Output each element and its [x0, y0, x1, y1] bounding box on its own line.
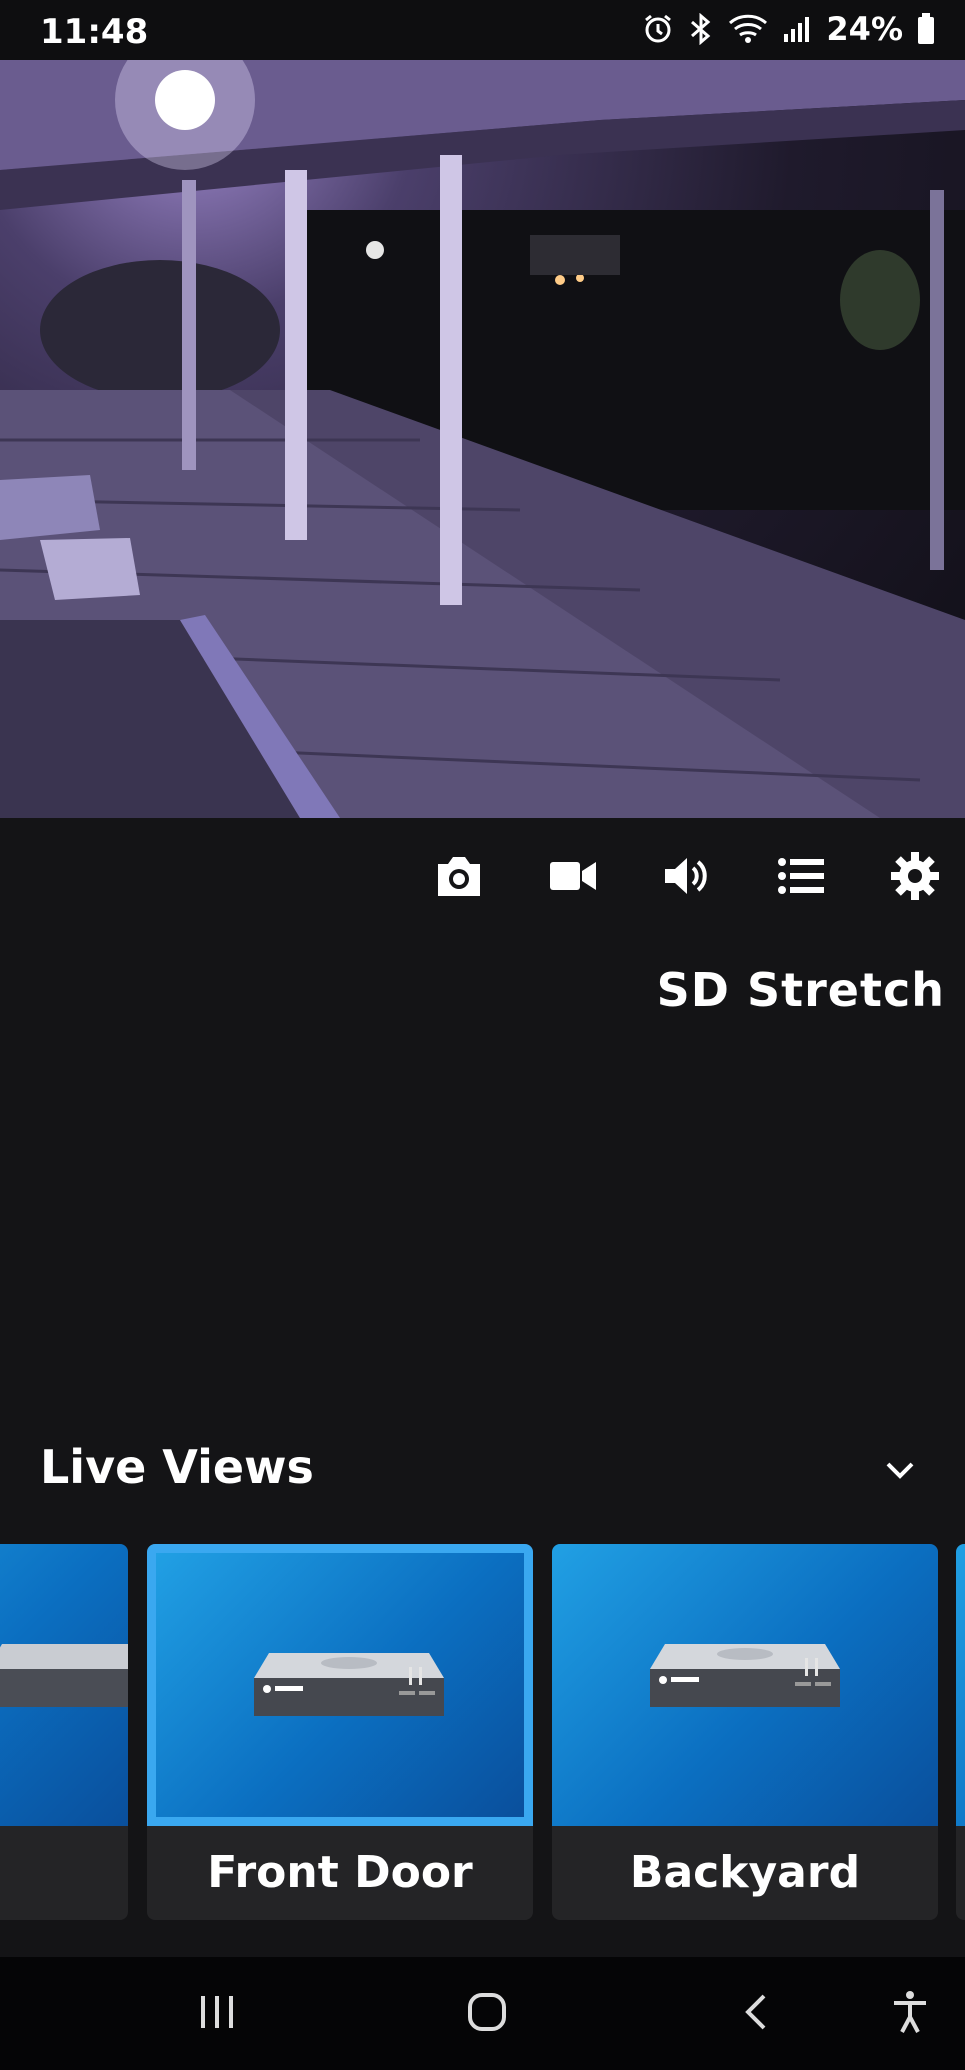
- recent-apps-icon: [197, 1994, 237, 2034]
- snapshot-button[interactable]: [433, 852, 485, 904]
- dvr-device-image: [0, 1644, 128, 1707]
- camera-image: [0, 60, 965, 818]
- settings-button[interactable]: [889, 852, 941, 904]
- accessibility-icon: [892, 1990, 928, 2038]
- volume-button[interactable]: [661, 852, 713, 904]
- live-view-card-front-door[interactable]: Front Door: [147, 1544, 533, 1920]
- dvr-device-image: [254, 1653, 444, 1716]
- live-view-label: Front Door: [207, 1847, 473, 1898]
- live-view-thumbnail: [552, 1544, 938, 1826]
- recent-apps-button[interactable]: [187, 1989, 247, 2039]
- live-view-label: [0, 1826, 128, 1920]
- live-view-card[interactable]: [0, 1544, 128, 1920]
- live-view-card-backyard[interactable]: Backyard: [552, 1544, 938, 1920]
- back-icon: [742, 1992, 772, 2036]
- list-button[interactable]: [775, 852, 827, 904]
- wifi-icon: [728, 13, 768, 45]
- live-view-label: Backyard: [629, 1847, 861, 1898]
- video-record-icon: [550, 859, 596, 897]
- live-views-title: Live Views: [40, 1440, 314, 1494]
- camera-toolbar: [433, 852, 941, 904]
- list-icon: [778, 856, 824, 900]
- alarm-icon: [642, 13, 674, 45]
- status-icons: 24%: [642, 10, 935, 48]
- live-view-thumbnail: [0, 1544, 128, 1826]
- live-views-carousel[interactable]: Front Door Backyard: [0, 1544, 965, 1920]
- view-mode-toggle[interactable]: SD Stretch: [657, 963, 945, 1017]
- back-button[interactable]: [727, 1989, 787, 2039]
- record-button[interactable]: [547, 852, 599, 904]
- status-bar: 11:48 24%: [0, 0, 965, 60]
- battery-percent: 24%: [826, 10, 903, 48]
- status-time: 11:48: [40, 12, 149, 52]
- signal-icon: [782, 14, 812, 44]
- live-view-card[interactable]: [956, 1544, 965, 1920]
- camera-snapshot-icon: [434, 854, 484, 902]
- volume-icon: [663, 854, 711, 902]
- home-icon: [467, 1992, 507, 2036]
- home-button[interactable]: [457, 1989, 517, 2039]
- accessibility-button[interactable]: [880, 1989, 940, 2039]
- live-view-thumbnail: [956, 1544, 965, 1826]
- chevron-down-icon[interactable]: [880, 1450, 920, 1490]
- camera-live-feed[interactable]: [0, 60, 965, 818]
- dvr-device-image: [650, 1644, 840, 1707]
- battery-icon: [917, 13, 935, 45]
- live-view-thumbnail: [147, 1544, 533, 1826]
- settings-icon: [891, 852, 939, 904]
- bluetooth-icon: [688, 13, 714, 45]
- system-nav-bar: [0, 1957, 965, 2070]
